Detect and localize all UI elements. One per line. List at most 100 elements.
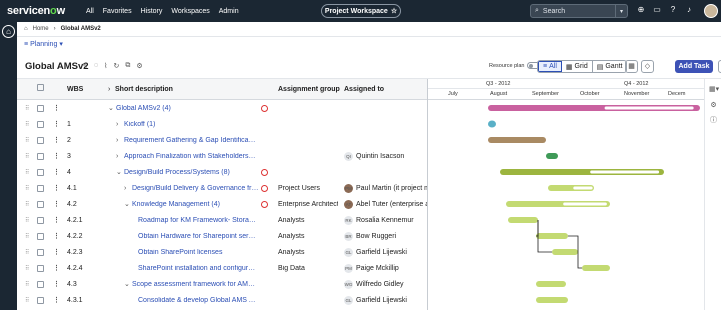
edit-icon[interactable]: ✎ [82, 62, 88, 70]
tag-button[interactable]: ◇ [641, 60, 654, 73]
drag-handle-icon[interactable]: ⠿ [25, 249, 29, 256]
table-row[interactable]: ⠿ ⋮ 4.1 › Design/Build Delivery & Governance… [17, 180, 428, 196]
row-checkbox[interactable] [37, 104, 44, 112]
gantt-bar[interactable] [552, 249, 578, 255]
row-menu-icon[interactable]: ⋮ [53, 200, 60, 208]
drag-handle-icon[interactable]: ⠿ [25, 153, 29, 160]
table-row[interactable]: ⠿ ⋮ 3 › Approach Finalization with Stakehold… [17, 148, 427, 164]
drag-handle-icon[interactable]: ⠿ [25, 297, 29, 304]
refresh-icon[interactable]: ↻ [113, 62, 119, 70]
table-row[interactable]: ⠿ ⋮ 4.2.4 SharePoint installation and confi… [17, 260, 427, 276]
chevron-right-icon[interactable]: › [116, 153, 118, 160]
row-menu-icon[interactable]: ⋮ [53, 280, 60, 288]
gantt-bar[interactable] [536, 281, 566, 287]
table-row[interactable]: ⠿ ⋮ 4.3.1 Consolidate & develop Global AMS … [17, 292, 427, 308]
task-description-link[interactable]: Knowledge Management (4) [132, 201, 259, 208]
servicenow-logo[interactable]: servicenow [7, 5, 77, 17]
assigned-to-cell[interactable]: ATAbel Tuter (enterprise architect) [344, 199, 428, 209]
drag-handle-icon[interactable]: ⠿ [25, 185, 29, 192]
chevron-down-icon[interactable]: ⌄ [108, 104, 114, 112]
table-row[interactable]: ⠿ ⋮ 4 ⌄ Design/Build Process/Systems (8) [17, 164, 427, 180]
search-input[interactable]: Search [543, 8, 565, 15]
attachment-icon[interactable]: ⌇ [104, 62, 107, 70]
globe-icon[interactable]: ⊕ [636, 5, 646, 15]
chevron-down-icon[interactable]: ⌄ [116, 168, 122, 176]
task-description-link[interactable]: Obtain Hardware for Sharepoint server [138, 233, 257, 240]
row-menu-icon[interactable]: ⋮ [53, 232, 60, 240]
nav-workspaces[interactable]: Workspaces [171, 8, 209, 15]
drag-handle-icon[interactable]: ⠿ [25, 233, 29, 240]
nav-history[interactable]: History [141, 8, 163, 15]
row-checkbox[interactable] [37, 168, 44, 176]
assigned-to-cell[interactable]: GL Garfield Lijewski [344, 247, 428, 257]
task-description-link[interactable]: Requirement Gathering & Gap Identificati… [124, 137, 257, 144]
calendar-settings-icon[interactable]: ▦▾ [709, 85, 719, 94]
row-checkbox[interactable] [37, 136, 44, 144]
nav-admin[interactable]: Admin [219, 8, 239, 15]
crumb-home[interactable]: Home [33, 26, 49, 32]
row-checkbox[interactable] [37, 248, 44, 256]
col-short-description[interactable]: Short description [115, 86, 173, 93]
user-avatar[interactable] [704, 4, 718, 18]
drag-handle-icon[interactable]: ⠿ [25, 201, 29, 208]
assigned-to-cell[interactable]: PM Paige Mckillip [344, 263, 428, 273]
drag-handle-icon[interactable]: ⠿ [25, 121, 29, 128]
info-icon[interactable]: ⓘ [709, 115, 718, 124]
task-description-link[interactable]: Consolidate & develop Global AMS Assess.… [138, 297, 257, 304]
workspace-pill[interactable]: Project Workspace ☆ [321, 4, 401, 18]
gantt-bar[interactable] [582, 265, 610, 271]
copy-icon[interactable]: ⧉ [125, 62, 130, 70]
comment-icon[interactable]: ◌ [94, 62, 98, 70]
view-grid[interactable]: ▦ Grid [562, 61, 593, 72]
row-checkbox[interactable] [37, 120, 44, 128]
nav-favorites[interactable]: Favorites [103, 8, 132, 15]
table-row[interactable]: ⠿ ⋮ 1 › Kickoff (1) [17, 116, 427, 132]
crumb-home-icon[interactable]: ⌂ [24, 26, 28, 32]
star-icon[interactable]: ☆ [391, 7, 397, 15]
row-checkbox[interactable] [37, 200, 44, 208]
chevron-down-icon[interactable]: ⌄ [124, 200, 130, 208]
add-task-button[interactable]: Add Task [675, 60, 713, 73]
row-checkbox[interactable] [37, 152, 44, 160]
chevron-right-icon[interactable]: › [116, 121, 118, 128]
gantt-bar[interactable] [536, 297, 568, 303]
gantt-bar[interactable] [536, 233, 568, 239]
planning-menu[interactable]: ≡ Planning ▾ [24, 40, 63, 49]
row-checkbox[interactable] [37, 296, 44, 304]
view-gantt[interactable]: ▤ Gantt [593, 61, 627, 72]
row-menu-icon[interactable]: ⋮ [53, 216, 60, 224]
table-row[interactable]: ⠿ ⋮ 2 › Requirement Gathering & Gap Identifi… [17, 132, 427, 148]
drag-handle-icon[interactable]: ⠿ [25, 105, 29, 112]
drag-handle-icon[interactable]: ⠿ [25, 137, 29, 144]
row-menu-icon[interactable]: ⋮ [53, 136, 60, 144]
table-row[interactable]: ⠿ ⋮ ⌄ Global AMSv2 (4) [17, 100, 427, 116]
drag-handle-icon[interactable]: ⠿ [25, 265, 29, 272]
select-all-checkbox[interactable] [37, 84, 44, 91]
expand-all-icon[interactable]: › [108, 86, 110, 93]
table-row[interactable]: ⠿ ⋮ 4.2.2 Obtain Hardware for Sharepoint se… [17, 228, 427, 244]
task-description-link[interactable]: Obtain SharePoint licenses [138, 249, 257, 256]
row-menu-icon[interactable]: ⋮ [53, 248, 60, 256]
table-row[interactable]: ⠿ ⋮ 4.3 ⌄ Scope assessment framework for AMS… [17, 276, 427, 292]
task-description-link[interactable]: Design/Build Delivery & Governance frame… [132, 185, 259, 192]
help-icon[interactable]: ? [668, 5, 678, 15]
view-all[interactable]: ≡ All [538, 61, 562, 72]
search-scope-dropdown[interactable]: ▾ [615, 5, 627, 17]
chevron-right-icon[interactable]: › [116, 137, 118, 144]
calendar-button[interactable]: ▦ [625, 60, 638, 73]
assigned-to-cell[interactable]: QI Quintin Isacson [344, 151, 428, 161]
gantt-bar[interactable] [488, 137, 546, 143]
row-checkbox[interactable] [37, 280, 44, 288]
row-menu-icon[interactable]: ⋮ [53, 184, 60, 192]
nav-all[interactable]: All [86, 8, 94, 15]
row-menu-icon[interactable]: ⋮ [53, 296, 60, 304]
drag-handle-icon[interactable]: ⠿ [25, 281, 29, 288]
chevron-down-icon[interactable]: ⌄ [124, 280, 130, 288]
row-checkbox[interactable] [37, 216, 44, 224]
table-row[interactable]: ⠿ ⋮ 4.2.3 Obtain SharePoint licenses Analyst… [17, 244, 427, 260]
settings-icon[interactable]: ⚙ [136, 62, 142, 70]
row-menu-icon[interactable]: ⋮ [53, 264, 60, 272]
task-description-link[interactable]: SharePoint installation and configuratio… [138, 265, 257, 272]
row-menu-icon[interactable]: ⋮ [53, 104, 60, 112]
drag-handle-icon[interactable]: ⠿ [25, 217, 29, 224]
